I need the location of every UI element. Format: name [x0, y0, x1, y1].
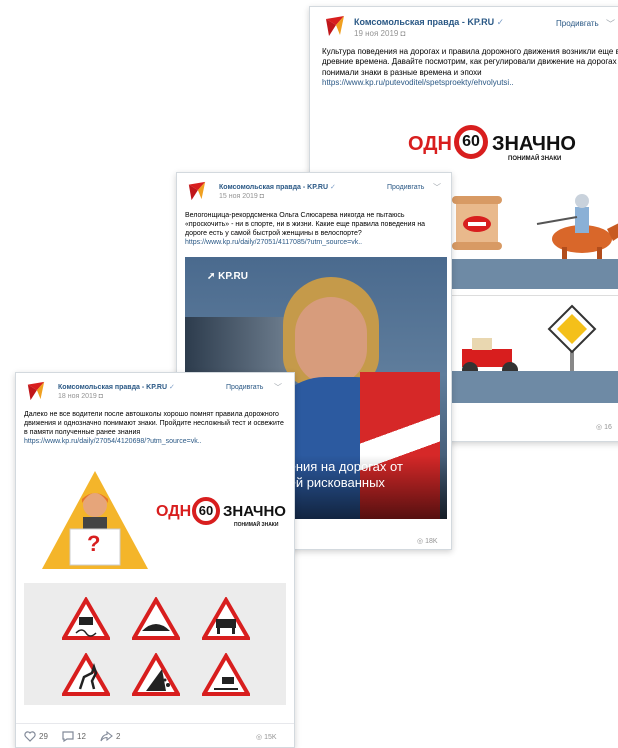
post-header: Комсомольская правда - KP.RU ✓ 15 ноя 20…	[177, 173, 451, 213]
post-header: Комсомольская правда - KP.RU ✓ 19 ноя 20…	[310, 7, 618, 47]
promo-znachno: ЗНАЧНО	[492, 133, 576, 155]
slippery-road-sign-icon	[62, 597, 110, 640]
post-actions: 29 12 2 ◎ 15K	[16, 723, 294, 747]
kp-logo-icon[interactable]	[324, 15, 346, 37]
comment-button[interactable]: 12	[62, 731, 86, 742]
speed-bump-sign-icon	[132, 597, 180, 640]
post-text: Далеко не все водители после автошколы х…	[24, 410, 286, 446]
warning-person-icon	[42, 471, 148, 569]
post-card-quiz: Комсомольская правда - KP.RU ✓ 18 ноя 20…	[15, 372, 295, 748]
subscribe-button[interactable]: Продивгать	[387, 184, 424, 191]
publisher-name[interactable]: Комсомольская правда - KP.RU ✓	[58, 383, 175, 391]
promo-znachno: ЗНАЧНО	[223, 503, 286, 520]
verified-icon: ✓	[168, 384, 175, 391]
comment-icon	[62, 731, 74, 742]
views-count: ◎ 18K	[417, 538, 438, 545]
promo-subtitle: ПОНИМАЙ ЗНАКИ	[234, 522, 279, 528]
verified-icon: ✓	[496, 17, 505, 27]
like-button[interactable]: 29	[24, 731, 48, 742]
post-image-promo[interactable]: ? ОДН 60 ЗНАЧНО ПОНИМАЙ ЗНАКИ	[24, 469, 286, 579]
post-header: Комсомольская правда - KP.RU ✓ 18 ноя 20…	[16, 373, 294, 413]
question-mark: ?	[87, 531, 101, 556]
wild-animals-sign-icon	[62, 653, 110, 696]
post-text: Велогонщица-рекордсменка Ольга Слюсарева…	[185, 211, 441, 247]
cattle-crossing-sign-icon	[202, 597, 250, 640]
share-icon	[100, 731, 113, 742]
road-signs-grid[interactable]	[24, 583, 286, 705]
eye-icon: ◎	[256, 734, 263, 741]
promo-subtitle: ПОНИМАЙ ЗНАКИ	[508, 156, 562, 162]
knight-horse-icon	[536, 194, 618, 267]
photo-brand: ➚ KP.RU	[207, 271, 248, 282]
post-text: Культура поведения на дорогах и правила …	[322, 47, 618, 89]
publisher-name[interactable]: Комсомольская правда - KP.RU ✓	[354, 17, 504, 28]
post-link[interactable]: https://www.kp.ru/putevoditel/spetsproek…	[322, 78, 618, 88]
scroll-sign-icon	[452, 196, 502, 250]
promo-odn: ОДН	[156, 503, 192, 520]
verified-icon: ✓	[329, 184, 336, 191]
post-link[interactable]: https://www.kp.ru/daily/27054/4120698/?u…	[24, 437, 286, 446]
post-date[interactable]: 18 ноя 2019 ◘	[58, 393, 103, 400]
lock-icon: ◘	[259, 193, 264, 200]
person-face	[295, 297, 367, 385]
subscribe-button[interactable]: Продивгать	[226, 384, 263, 391]
promo-logo: ОДН 60 ЗНАЧНО ПОНИМАЙ ЗНАКИ	[156, 495, 286, 535]
lock-icon: ◘	[400, 29, 406, 38]
chevron-down-icon[interactable]: ﹀	[433, 182, 441, 193]
publisher-name[interactable]: Комсомольская правда - KP.RU ✓	[219, 183, 336, 191]
photo-caption: дения на дорогах от дей рискованных	[281, 459, 403, 491]
views-count: ◎ 15K	[256, 734, 277, 741]
eye-icon: ◎	[417, 538, 424, 545]
embankment-sign-icon	[202, 653, 250, 696]
post-link[interactable]: https://www.kp.ru/daily/27051/4117085/?u…	[185, 238, 441, 247]
speed-limit-sign: 60	[192, 497, 220, 525]
kp-arrow-icon: ➚	[207, 271, 216, 282]
heart-icon	[24, 731, 36, 742]
eye-icon: ◎	[596, 424, 603, 431]
views-count: ◎ 16	[596, 424, 612, 431]
kp-logo-icon[interactable]	[187, 181, 207, 201]
kp-logo-icon[interactable]	[26, 381, 46, 401]
chevron-down-icon[interactable]: ﹀	[606, 17, 615, 30]
promo-logo: ОДН 60 ЗНАЧНО ПОНИМАЙ ЗНАКИ	[408, 125, 576, 165]
post-date[interactable]: 19 ноя 2019 ◘	[354, 29, 405, 38]
falling-rocks-sign-icon	[132, 653, 180, 696]
speed-limit-sign: 60	[454, 125, 488, 159]
chevron-down-icon[interactable]: ﹀	[274, 382, 282, 393]
subscribe-button[interactable]: Продивгать	[556, 19, 599, 28]
promo-odn: ОДН	[408, 133, 452, 155]
post-date[interactable]: 15 ноя 2019 ◘	[219, 193, 264, 200]
share-button[interactable]: 2	[100, 731, 120, 742]
lock-icon: ◘	[98, 393, 103, 400]
